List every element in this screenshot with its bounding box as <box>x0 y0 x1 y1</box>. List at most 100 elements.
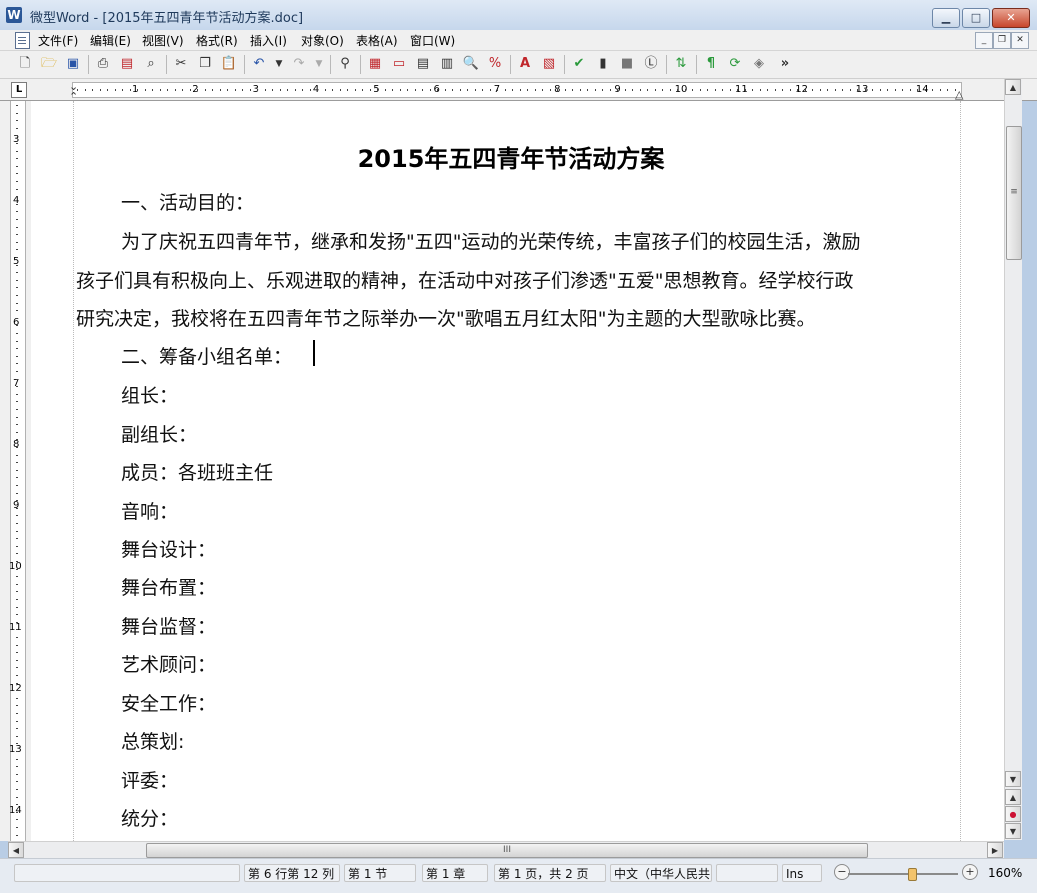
menu-object[interactable]: 对象(O) <box>301 32 344 49</box>
zoom-in-button[interactable]: + <box>962 864 978 880</box>
menu-window[interactable]: 窗口(W) <box>410 32 455 49</box>
spellcheck-icon[interactable]: ✔ <box>570 55 588 73</box>
status-insert-mode[interactable]: Ins <box>782 864 822 882</box>
list-item: 舞台监督： <box>121 616 217 638</box>
ruler-tick <box>16 545 18 547</box>
scroll-down-button[interactable]: ▼ <box>1005 771 1021 787</box>
paste-icon[interactable]: 📋 <box>220 55 238 73</box>
insert-frame-icon[interactable]: ▭ <box>390 55 408 73</box>
horizontal-ruler[interactable]: 1234567891011121314 <box>72 82 962 98</box>
zoom-slider-thumb[interactable] <box>908 868 917 881</box>
ruler-tick <box>534 89 536 91</box>
find-icon[interactable]: ⚲ <box>336 55 354 73</box>
vertical-scroll-thumb[interactable]: ≡ <box>1006 126 1022 260</box>
ruler-tick <box>129 89 131 91</box>
ruler-tick <box>16 614 18 616</box>
ruler-tick <box>16 333 18 334</box>
horizontal-scrollbar[interactable]: ◀ III ▶ <box>8 841 1004 858</box>
ruler-tick <box>16 637 18 638</box>
list-item: 舞台设计： <box>121 539 217 561</box>
document-icon[interactable] <box>15 32 30 49</box>
ruler-tick <box>16 279 18 281</box>
columns-icon[interactable]: ▥ <box>438 55 456 73</box>
new-icon[interactable]: 🗋 <box>16 55 34 73</box>
toolbar-separator <box>330 55 331 74</box>
cut-icon[interactable]: ✂ <box>172 55 190 73</box>
close-button[interactable]: ✕ <box>992 8 1030 28</box>
ruler-tick <box>827 89 828 91</box>
ruler-tick <box>354 89 356 91</box>
font-color-icon[interactable]: A <box>516 55 534 73</box>
ruler-tick <box>849 89 851 91</box>
ruler-tick <box>257 89 258 91</box>
right-indent-marker[interactable]: △ <box>955 88 963 101</box>
redo-dropdown-icon[interactable]: ▼ <box>310 55 328 73</box>
ruler-tick <box>114 89 116 91</box>
ruler-tick <box>16 355 18 357</box>
ruler-tick <box>16 766 18 768</box>
zoom-slider[interactable] <box>848 873 958 875</box>
menu-view[interactable]: 视图(V) <box>142 32 184 49</box>
maximize-button[interactable]: □ <box>962 8 990 28</box>
menu-file[interactable]: 文件(F) <box>38 32 78 49</box>
menu-edit[interactable]: 编辑(E) <box>90 32 131 49</box>
redo-icon[interactable]: ↷ <box>290 55 308 73</box>
vertical-scrollbar[interactable]: ▲ ≡ ▼ ▲ ● ▼ <box>1004 79 1022 840</box>
ruler-tick <box>324 89 326 91</box>
insert-textbox-icon[interactable]: ▤ <box>414 55 432 73</box>
ruler-tick <box>16 720 18 722</box>
ruler-tick <box>16 241 18 243</box>
insert-table-icon[interactable]: ▦ <box>366 55 384 73</box>
vertical-ruler[interactable]: 3 4 5 6 7 8 9 10 11 12 13 14 <box>0 101 32 841</box>
layers-icon[interactable]: ◈ <box>750 55 768 73</box>
sync-icon[interactable]: ⇅ <box>672 55 690 73</box>
scroll-right-button[interactable]: ▶ <box>987 842 1003 858</box>
scroll-up-button[interactable]: ▲ <box>1005 79 1021 95</box>
doc-close-button[interactable]: ✕ <box>1011 32 1029 49</box>
shape-icon[interactable]: ■ <box>618 55 636 73</box>
ruler-tick <box>452 89 453 91</box>
undo-icon[interactable]: ↶ <box>250 55 268 73</box>
menu-insert[interactable]: 插入(I) <box>250 32 287 49</box>
print-preview-icon[interactable]: ⌕ <box>142 55 160 73</box>
ruler-tick <box>774 89 776 91</box>
ruler-tick <box>16 568 18 570</box>
tab-stop-selector[interactable]: L <box>11 82 27 98</box>
ruler-tick <box>797 89 798 91</box>
status-language[interactable]: 中文（中华人民共 <box>610 864 712 882</box>
open-icon[interactable]: 🗁 <box>40 55 58 73</box>
ruler-tick <box>879 89 881 91</box>
list-item: 副组长： <box>121 424 198 446</box>
ruler-tick <box>527 89 528 91</box>
pdf-icon[interactable]: ▤ <box>118 55 136 73</box>
menu-format[interactable]: 格式(R) <box>196 32 238 49</box>
paragraph-mark-icon[interactable]: ¶ <box>702 55 720 73</box>
zoom-out-button[interactable]: − <box>834 864 850 880</box>
horizontal-scroll-thumb[interactable]: III <box>146 843 868 858</box>
list-item: 组长： <box>121 385 179 407</box>
menu-table[interactable]: 表格(A) <box>356 32 398 49</box>
save-icon[interactable]: ▣ <box>64 55 82 73</box>
format-icon[interactable]: ▧ <box>540 55 558 73</box>
print-icon[interactable]: ⎙ <box>94 55 112 73</box>
undo-dropdown-icon[interactable]: ▼ <box>270 55 288 73</box>
doc-restore-button[interactable]: ❐ <box>993 32 1011 49</box>
ruler-tick <box>467 89 468 91</box>
copy-icon[interactable]: ❐ <box>196 55 214 73</box>
doc-minimize-button[interactable]: _ <box>975 32 993 49</box>
chart-icon[interactable]: ▮ <box>594 55 612 73</box>
next-page-button[interactable]: ▼ <box>1005 823 1021 839</box>
zoom-percent-icon[interactable]: % <box>486 55 504 73</box>
browse-object-button[interactable]: ● <box>1005 806 1021 822</box>
ruler-tick <box>16 105 18 106</box>
letter-icon[interactable]: Ⓛ <box>642 55 660 73</box>
minimize-button[interactable]: ▁ <box>932 8 960 28</box>
ruler-tick <box>16 295 18 296</box>
ruler-tick <box>287 89 288 91</box>
toolbar-overflow-button[interactable]: » <box>776 55 794 73</box>
previous-page-button[interactable]: ▲ <box>1005 789 1021 805</box>
document-page[interactable]: 2015年五四青年节活动方案 一、活动目的： 为了庆祝五四青年节，继承和发扬"五… <box>31 101 1004 841</box>
zoom-icon[interactable]: 🔍 <box>462 55 480 73</box>
track-changes-icon[interactable]: ⟳ <box>726 55 744 73</box>
scroll-left-button[interactable]: ◀ <box>8 842 24 858</box>
